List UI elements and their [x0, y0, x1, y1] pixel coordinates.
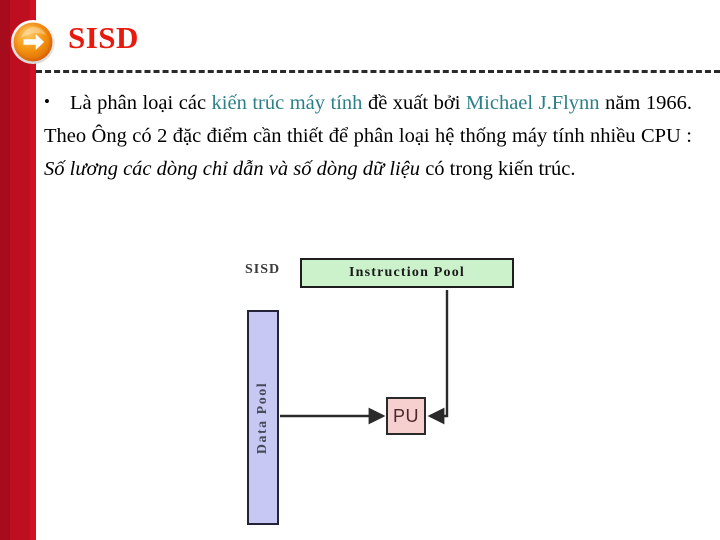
right-arrow-circle-icon [10, 19, 56, 65]
instruction-pool-label: Instruction Pool [348, 265, 466, 280]
body-text-block: • Là phân loại các kiến trúc máy tính đề … [44, 85, 692, 186]
accent-bar-dark-edge [0, 0, 10, 540]
text-run-1-highlight: kiến trúc máy tính [211, 92, 363, 114]
instruction-pool-box: Instruction Pool [300, 258, 514, 288]
processing-unit-label: PU [392, 405, 419, 426]
connector-instruction-pool-to-pu [427, 290, 449, 425]
diagram-caption-sisd: SISD [245, 262, 281, 277]
processing-unit-box: PU [386, 397, 426, 435]
slide-header: SISD [0, 0, 720, 73]
accent-bar-light-edge [30, 0, 36, 540]
bullet-marker: • [44, 92, 50, 111]
title-divider [36, 70, 720, 73]
page-title: SISD [68, 20, 139, 55]
left-accent-bar [0, 0, 36, 540]
bullet-paragraph: • Là phân loại các kiến trúc máy tính đề … [44, 85, 692, 186]
data-pool-label: Data Pool [255, 381, 270, 454]
text-run-0: Là phân loại các [70, 92, 212, 114]
text-run-5-italic: Số lương các dòng chỉ dẫn và số dòng dữ … [44, 158, 421, 180]
text-run-2: đề xuất bởi [362, 92, 466, 114]
slide-canvas: SISD • Là phân loại các kiến trúc máy tín… [0, 0, 720, 540]
data-pool-box: Data Pool [247, 310, 279, 525]
text-run-3-highlight: Michael J.Flynn [465, 92, 600, 114]
text-run-6: có trong kiến trúc. [420, 158, 576, 180]
